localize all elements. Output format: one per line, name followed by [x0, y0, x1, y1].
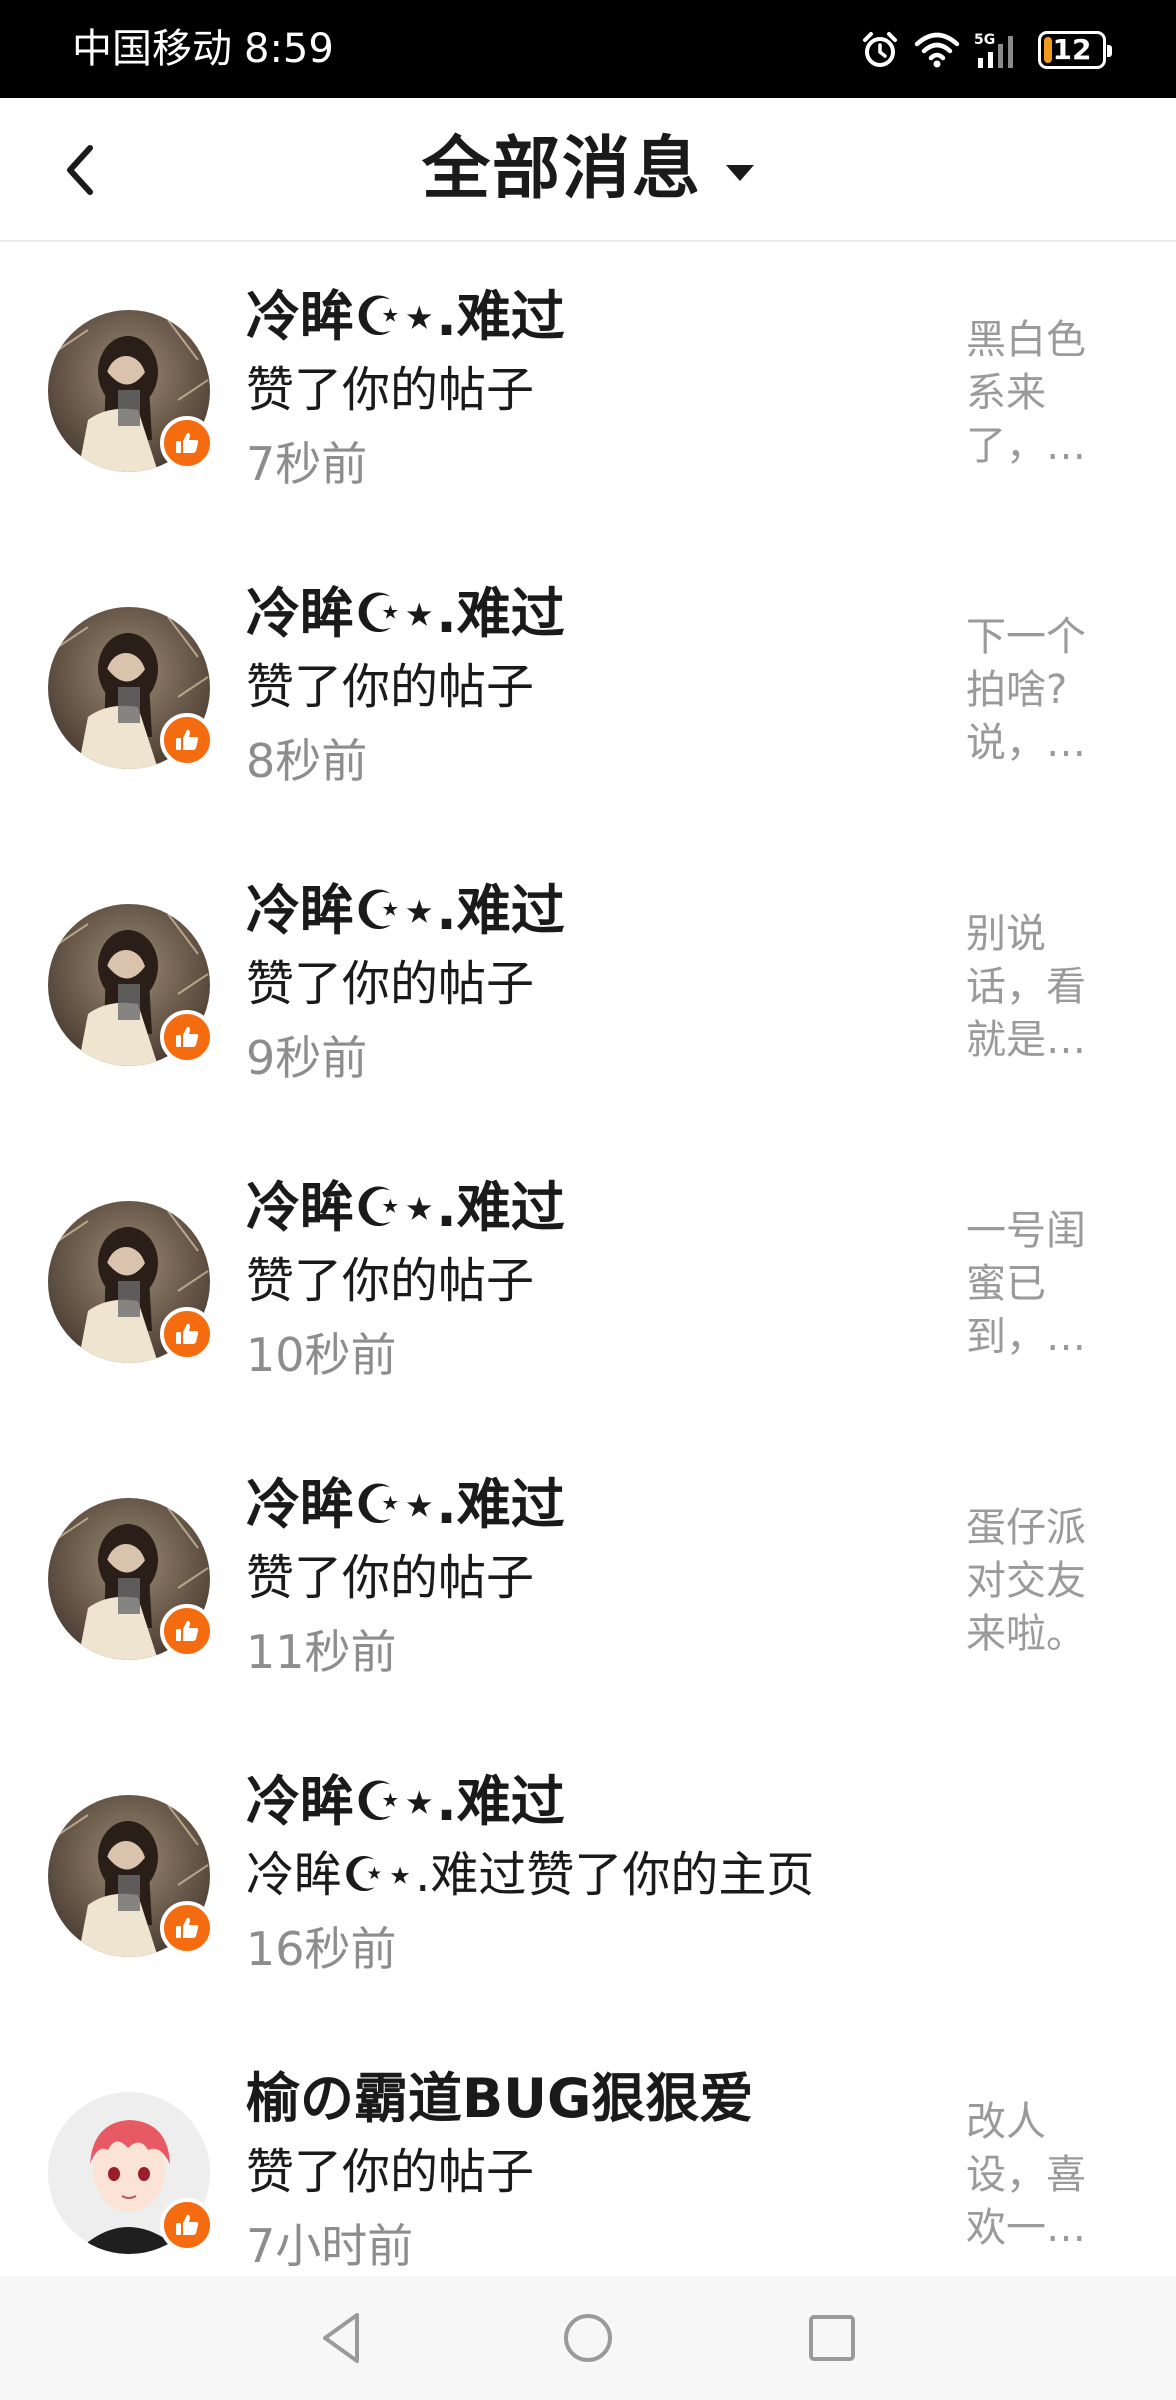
- message-action: 赞了你的帖子: [246, 659, 535, 715]
- page-title: 全部消息: [421, 130, 702, 209]
- message-content: 冷眸☪⋆.难过 赞了你的帖子 8秒前: [246, 579, 906, 793]
- message-content: 冷眸☪⋆.难过 赞了你的帖子 11秒前: [246, 1470, 906, 1684]
- message-username[interactable]: 冷眸☪⋆.难过: [246, 282, 906, 352]
- alarm-icon: [860, 30, 900, 70]
- system-nav-bar: [0, 2276, 1176, 2400]
- message-username[interactable]: 冷眸☪⋆.难过: [246, 579, 906, 649]
- message-time: 10秒前: [246, 1328, 397, 1382]
- avatar-wrap[interactable]: [48, 1498, 214, 1660]
- message-list: 冷眸☪⋆.难过 赞了你的帖子 7秒前 黑白色系来了，… 冷眸☪⋆.难过 赞了你的…: [0, 244, 1176, 2323]
- thumbs-up-icon: [160, 1901, 214, 1955]
- nav-recents-button[interactable]: [800, 2306, 864, 2370]
- message-action: 赞了你的帖子: [246, 1253, 535, 1309]
- message-time: 7小时前: [246, 2219, 414, 2273]
- avatar-wrap[interactable]: [48, 310, 214, 472]
- page-header: 全部消息: [0, 98, 1176, 242]
- message-time: 16秒前: [246, 1922, 397, 1976]
- cellular-signal-icon: 5G: [974, 30, 1024, 70]
- thumbs-up-icon: [160, 416, 214, 470]
- message-action: 赞了你的帖子: [246, 1550, 535, 1606]
- avatar-wrap[interactable]: [48, 1201, 214, 1363]
- status-bar: 中国移动 8:59 5G 12: [0, 0, 1176, 98]
- status-time: 8:59: [244, 26, 334, 72]
- avatar-wrap[interactable]: [48, 1795, 214, 1957]
- avatar-wrap[interactable]: [48, 2092, 214, 2254]
- message-item[interactable]: 冷眸☪⋆.难过 赞了你的帖子 8秒前 下一个拍啥?说，…: [0, 541, 1176, 838]
- message-content: 冷眸☪⋆.难过 赞了你的帖子 7秒前: [246, 282, 906, 496]
- thumbs-up-icon: [160, 713, 214, 767]
- message-action: 冷眸☪⋆.难过赞了你的主页: [246, 1847, 815, 1903]
- message-username[interactable]: 冷眸☪⋆.难过: [246, 1173, 906, 1243]
- carrier-name: 中国移动: [72, 26, 232, 72]
- message-username[interactable]: 冷眸☪⋆.难过: [246, 876, 906, 946]
- post-preview[interactable]: 一号闺蜜已到，…: [966, 1205, 1106, 1364]
- thumbs-up-icon: [160, 1604, 214, 1658]
- message-item[interactable]: 冷眸☪⋆.难过 赞了你的帖子 11秒前 蛋仔派对交友来啦。: [0, 1432, 1176, 1729]
- message-time: 11秒前: [246, 1625, 397, 1679]
- message-item[interactable]: 冷眸☪⋆.难过 冷眸☪⋆.难过赞了你的主页 16秒前: [0, 1729, 1176, 2026]
- message-username[interactable]: 榆の霸道BUG狠狠爱: [246, 2064, 906, 2134]
- message-content: 冷眸☪⋆.难过 冷眸☪⋆.难过赞了你的主页 16秒前: [246, 1767, 906, 1981]
- message-action: 赞了你的帖子: [246, 956, 535, 1012]
- post-preview[interactable]: 蛋仔派对交友来啦。: [966, 1502, 1106, 1661]
- message-username[interactable]: 冷眸☪⋆.难过: [246, 1767, 906, 1837]
- thumbs-up-icon: [160, 1307, 214, 1361]
- message-item[interactable]: 冷眸☪⋆.难过 赞了你的帖子 9秒前 别说话，看就是…: [0, 838, 1176, 1135]
- status-left: 中国移动 8:59: [72, 22, 334, 76]
- caret-down-icon: [726, 165, 754, 181]
- thumbs-up-icon: [160, 2198, 214, 2252]
- post-preview[interactable]: 黑白色系来了，…: [966, 314, 1106, 473]
- message-username[interactable]: 冷眸☪⋆.难过: [246, 1470, 906, 1540]
- message-action: 赞了你的帖子: [246, 362, 535, 418]
- battery-level: 12: [1052, 33, 1092, 66]
- message-time: 7秒前: [246, 437, 368, 491]
- status-icons: 5G 12: [860, 28, 1112, 72]
- circle-home-icon: [564, 2314, 612, 2362]
- message-time: 8秒前: [246, 734, 368, 788]
- avatar-wrap[interactable]: [48, 904, 214, 1066]
- message-item[interactable]: 冷眸☪⋆.难过 赞了你的帖子 7秒前 黑白色系来了，…: [0, 244, 1176, 541]
- battery-icon: 12: [1038, 31, 1112, 69]
- post-preview[interactable]: 别说话，看就是…: [966, 908, 1106, 1067]
- network-type-label: 5G: [974, 32, 995, 48]
- wifi-icon: [914, 30, 960, 70]
- title-dropdown[interactable]: 全部消息: [0, 128, 1176, 212]
- nav-home-button[interactable]: [556, 2306, 620, 2370]
- message-content: 冷眸☪⋆.难过 赞了你的帖子 10秒前: [246, 1173, 906, 1387]
- message-action: 赞了你的帖子: [246, 2144, 535, 2200]
- square-recents-icon: [809, 2315, 855, 2361]
- message-content: 冷眸☪⋆.难过 赞了你的帖子 9秒前: [246, 876, 906, 1090]
- post-preview[interactable]: 改人设，喜欢一…: [966, 2096, 1106, 2255]
- post-preview[interactable]: 下一个拍啥?说，…: [966, 611, 1106, 770]
- thumbs-up-icon: [160, 1010, 214, 1064]
- triangle-back-icon: [323, 2313, 359, 2363]
- avatar-wrap[interactable]: [48, 607, 214, 769]
- message-time: 9秒前: [246, 1031, 368, 1085]
- battery-fill: [1044, 37, 1052, 63]
- message-item[interactable]: 冷眸☪⋆.难过 赞了你的帖子 10秒前 一号闺蜜已到，…: [0, 1135, 1176, 1432]
- nav-back-button[interactable]: [310, 2306, 374, 2370]
- message-content: 榆の霸道BUG狠狠爱 赞了你的帖子 7小时前: [246, 2064, 906, 2278]
